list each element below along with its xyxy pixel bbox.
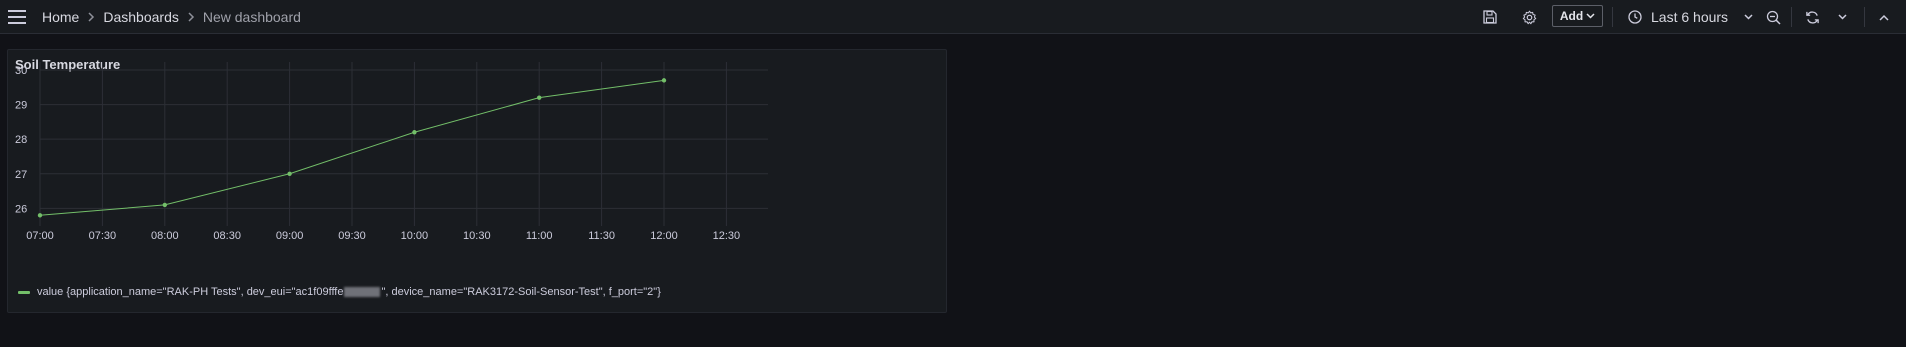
data-point — [37, 213, 43, 218]
chevron-right-icon — [187, 12, 195, 22]
legend-label-prefix: value {application_name="RAK-PH Tests", … — [37, 286, 344, 298]
chevron-right-icon — [87, 12, 95, 22]
refresh-icon[interactable] — [1802, 7, 1822, 27]
x-tick-label: 07:30 — [89, 230, 117, 242]
x-tick-label: 07:00 — [26, 230, 54, 242]
legend-label-suffix: ", device_name="RAK3172-Soil-Sensor-Test… — [381, 286, 661, 298]
save-icon[interactable] — [1480, 7, 1500, 27]
x-tick-label: 10:00 — [401, 230, 429, 242]
breadcrumb-current: New dashboard — [202, 9, 301, 25]
add-button[interactable]: Add — [1552, 5, 1603, 27]
y-tick-label: 30 — [15, 65, 27, 77]
time-range-label: Last 6 hours — [1651, 9, 1729, 25]
breadcrumb: Home Dashboards New dashboard — [42, 0, 301, 34]
toolbar-divider — [1791, 7, 1792, 27]
y-tick-label: 27 — [15, 169, 27, 181]
legend-series-swatch — [18, 290, 30, 294]
line-chart: 26 27 28 29 30 07:00 07:30 08:00 08:30 09:00 09:30… — [15, 62, 768, 242]
toolbar-divider — [1864, 7, 1865, 27]
x-tick-label: 09:30 — [338, 230, 366, 242]
x-tick-label: 11:00 — [526, 230, 553, 242]
y-tick-label: 29 — [15, 100, 27, 112]
data-point — [661, 78, 667, 83]
breadcrumb-dashboards[interactable]: Dashboards — [103, 9, 179, 25]
x-tick-label: 09:00 — [276, 230, 304, 242]
x-tick-label: 08:30 — [213, 230, 241, 242]
chevron-down-icon — [1586, 13, 1595, 19]
x-tick-label: 11:30 — [588, 230, 615, 242]
x-tick-label: 12:00 — [650, 230, 678, 242]
chevron-up-icon[interactable] — [1874, 7, 1894, 27]
x-tick-label: 10:30 — [463, 230, 491, 242]
chart-legend[interactable]: value {application_name="RAK-PH Tests", … — [18, 286, 661, 298]
data-point — [287, 171, 292, 176]
breadcrumb-home[interactable]: Home — [42, 9, 79, 25]
data-point — [537, 95, 542, 100]
data-point — [162, 202, 167, 208]
refresh-interval-chevron-icon[interactable] — [1832, 7, 1852, 27]
add-button-label: Add — [1559, 9, 1584, 23]
data-point — [412, 130, 417, 135]
redacted-text — [344, 287, 381, 297]
y-tick-label: 26 — [15, 203, 27, 215]
x-tick-label: 08:00 — [151, 230, 179, 242]
x-tick-label: 12:30 — [713, 230, 741, 242]
toolbar-divider — [1612, 7, 1613, 27]
zoom-out-icon[interactable] — [1763, 7, 1783, 27]
y-tick-label: 28 — [15, 134, 27, 146]
menu-icon[interactable] — [7, 7, 27, 27]
top-navbar: Home Dashboards New dashboard Add Last 6… — [0, 0, 1906, 34]
time-range-picker[interactable]: Last 6 hours — [1628, 5, 1753, 29]
chevron-down-icon — [1744, 14, 1753, 20]
time-series-panel[interactable]: Soil Temperature 26 27 28 29 30 07:00 07:30 08:… — [7, 49, 947, 313]
clock-icon — [1628, 10, 1642, 24]
gear-icon[interactable] — [1519, 7, 1539, 27]
